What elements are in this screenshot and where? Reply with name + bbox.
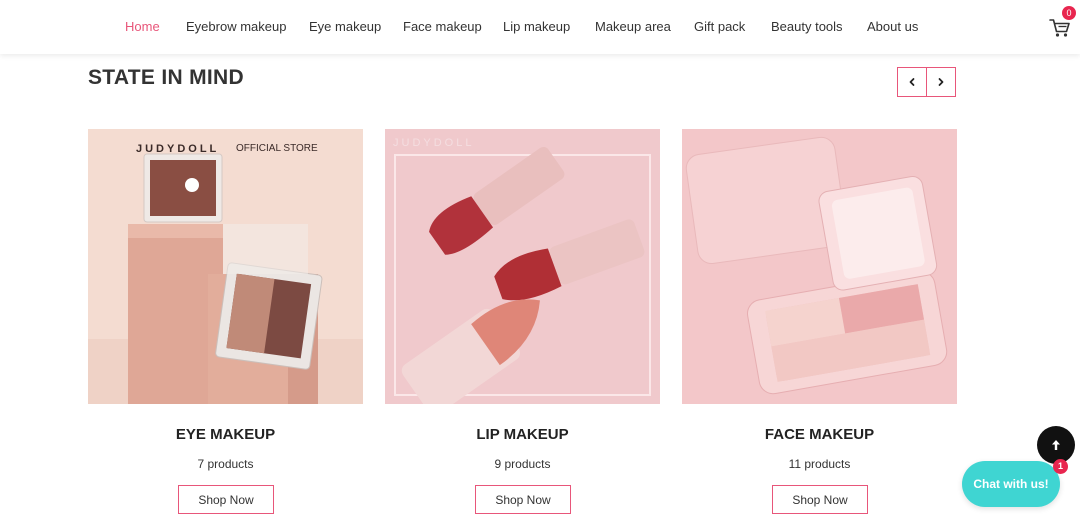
category-card-face-makeup: FACE MAKEUP 11 products Shop Now	[682, 129, 957, 514]
eye-makeup-image[interactable]: JUDYDOLL OFFICIAL STORE	[88, 129, 363, 404]
nav-item-gift-pack[interactable]: Gift pack	[694, 19, 745, 34]
image-store-text: OFFICIAL STORE	[236, 143, 318, 154]
nav-item-makeup-area[interactable]: Makeup area	[595, 19, 671, 34]
category-title: EYE MAKEUP	[175, 426, 276, 443]
section-title: STATE IN MIND	[88, 66, 244, 89]
category-title: FACE MAKEUP	[764, 426, 875, 443]
category-card-eye-makeup: JUDYDOLL OFFICIAL STORE EYE MAKEUP 7 pro…	[88, 129, 363, 514]
chevron-right-icon	[938, 78, 944, 86]
nav-item-home[interactable]: Home	[125, 19, 160, 34]
main-nav: Home Eyebrow makeup Eye makeup Face make…	[0, 19, 1080, 37]
carousel-prev-button[interactable]	[897, 67, 927, 97]
shop-now-button[interactable]: Shop Now	[475, 485, 571, 514]
cart-count-badge: 0	[1062, 6, 1076, 20]
arrow-up-icon	[1052, 440, 1060, 450]
cart-icon[interactable]	[1049, 17, 1071, 39]
shop-now-button[interactable]: Shop Now	[178, 485, 274, 514]
site-header: Home Eyebrow makeup Eye makeup Face make…	[0, 0, 1080, 54]
category-title: LIP MAKEUP	[476, 426, 569, 443]
nav-item-beauty-tools[interactable]: Beauty tools	[771, 19, 843, 34]
chat-button[interactable]: Chat with us!	[962, 461, 1060, 507]
nav-item-eye-makeup[interactable]: Eye makeup	[309, 19, 381, 34]
chevron-left-icon	[909, 78, 915, 86]
category-card-lip-makeup: JUDYDOLL LIP MAKEUP 9 products Shop Now	[385, 129, 660, 514]
image-brand-text: JUDYDOLL	[393, 137, 475, 149]
product-count: 7 products	[197, 457, 254, 471]
product-count: 9 products	[494, 457, 551, 471]
image-brand-text: JUDYDOLL	[136, 143, 220, 155]
product-count: 11 products	[788, 457, 851, 471]
face-makeup-image[interactable]	[682, 129, 957, 404]
lip-makeup-image[interactable]: JUDYDOLL	[385, 129, 660, 404]
nav-item-lip-makeup[interactable]: Lip makeup	[503, 19, 570, 34]
nav-item-face-makeup[interactable]: Face makeup	[403, 19, 482, 34]
nav-item-about-us[interactable]: About us	[867, 19, 918, 34]
back-to-top-button[interactable]	[1037, 426, 1075, 464]
carousel-next-button[interactable]	[926, 67, 956, 97]
chat-notification-badge: 1	[1053, 459, 1068, 474]
shop-now-button[interactable]: Shop Now	[772, 485, 868, 514]
nav-item-eyebrow-makeup[interactable]: Eyebrow makeup	[186, 19, 286, 34]
